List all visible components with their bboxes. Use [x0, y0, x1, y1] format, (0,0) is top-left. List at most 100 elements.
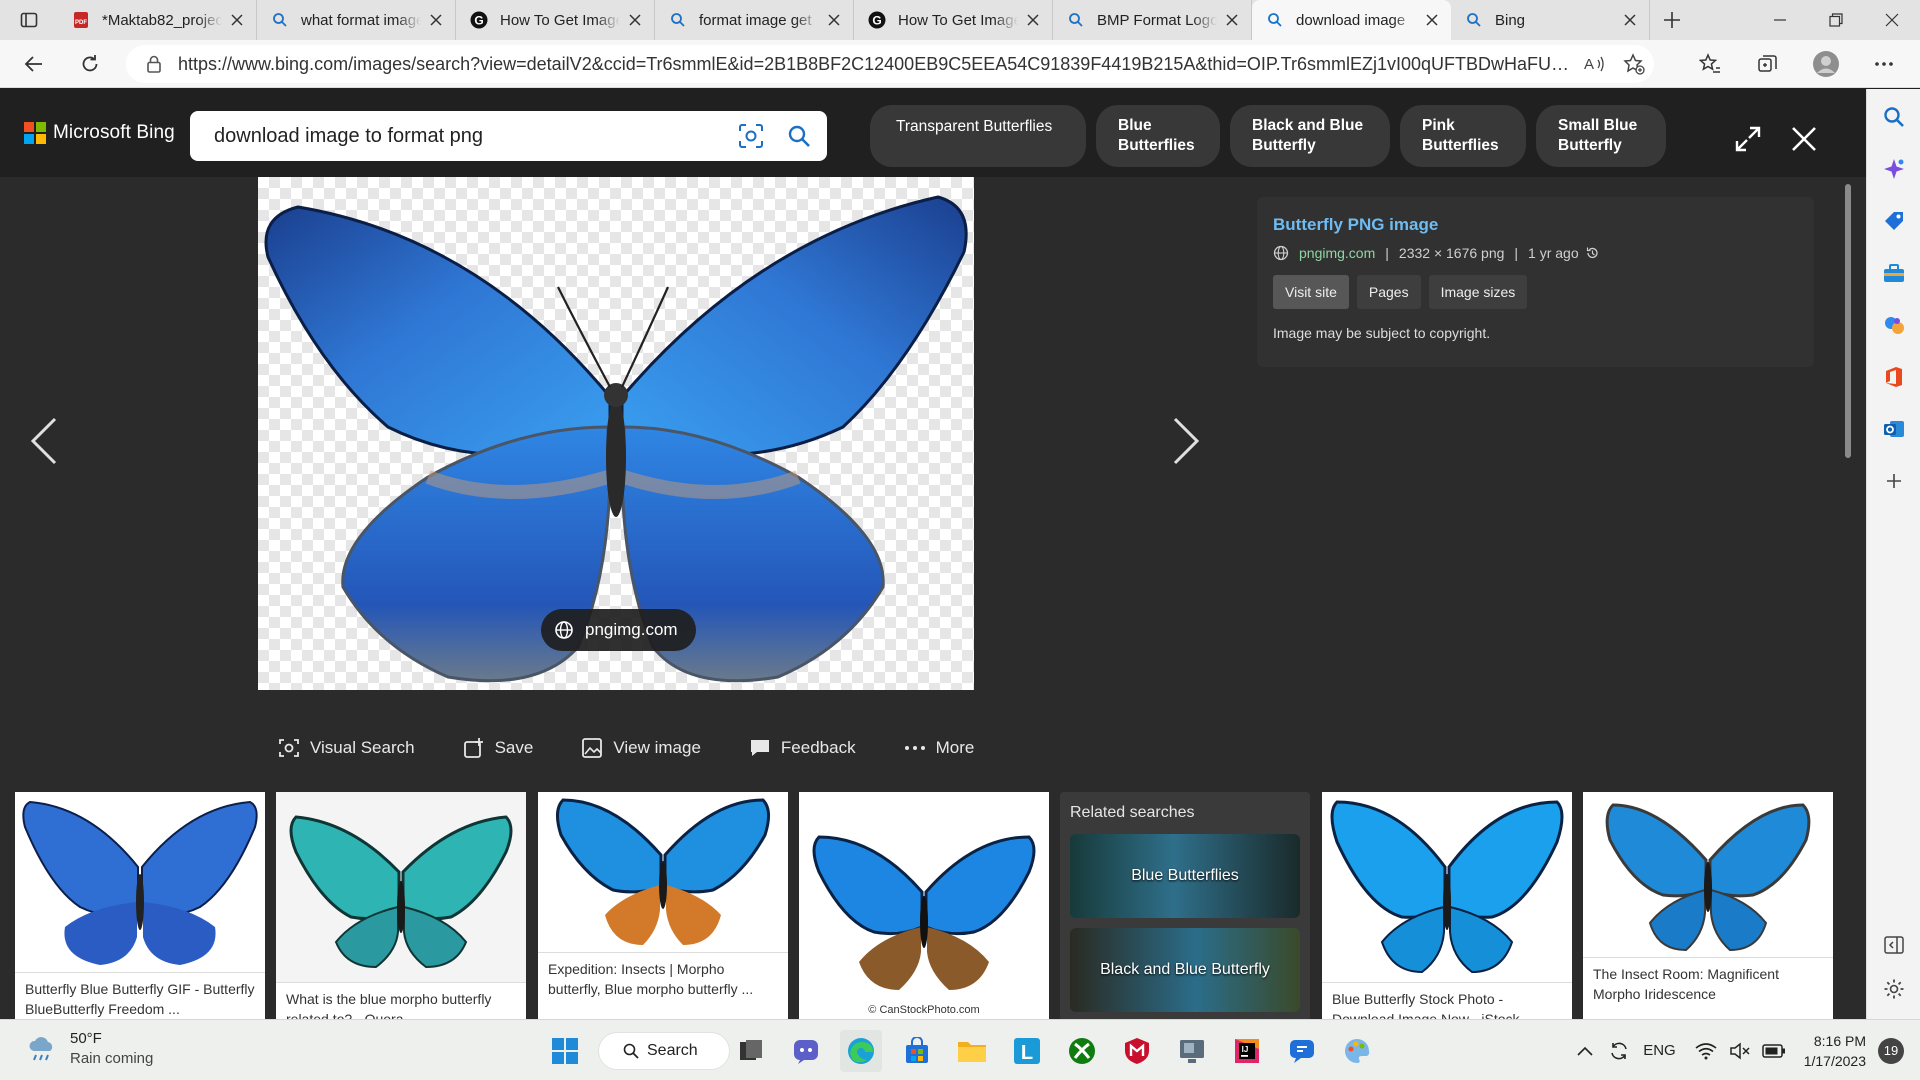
search-icon[interactable]	[781, 118, 817, 154]
sync-icon[interactable]	[1605, 1036, 1633, 1066]
edge-icon[interactable]	[840, 1030, 882, 1072]
add-favorite-icon[interactable]	[1614, 45, 1654, 83]
weather-widget[interactable]: 50°F Rain coming	[24, 1030, 153, 1067]
chevron-up-icon[interactable]	[1571, 1036, 1599, 1066]
save-button[interactable]: Save	[463, 737, 533, 759]
search-input[interactable]: download image to format png	[214, 125, 733, 148]
thumbnail-card[interactable]: What is the blue morpho butterfly relate…	[276, 792, 526, 1019]
intellij-icon[interactable]: IJ	[1226, 1030, 1268, 1072]
related-item-black-blue-butterfly[interactable]: Black and Blue Butterfly	[1070, 928, 1300, 1012]
close-icon[interactable]	[1423, 11, 1441, 29]
thumbnail-card[interactable]: Blue Butterfly Stock Photo - Download Im…	[1322, 792, 1572, 1019]
wifi-icon[interactable]	[1692, 1036, 1720, 1066]
close-icon[interactable]	[1024, 11, 1042, 29]
refresh-icon[interactable]	[72, 46, 108, 82]
start-icon[interactable]	[544, 1030, 586, 1072]
chip-small-blue-butterfly[interactable]: Small Blue Butterfly	[1536, 105, 1666, 167]
favorites-icon[interactable]	[1692, 46, 1728, 82]
close-icon[interactable]	[427, 11, 445, 29]
thumbnail-caption: © CanStockPhoto.com	[868, 1004, 980, 1016]
tab-search[interactable]: BMP Format Logo	[1053, 0, 1252, 40]
thumbnail-card[interactable]: © CanStockPhoto.com	[799, 792, 1049, 1019]
minimize-icon[interactable]	[1752, 0, 1808, 40]
image-sizes-button[interactable]: Image sizes	[1428, 275, 1528, 309]
view-image-button[interactable]: View image	[581, 737, 701, 759]
new-tab-icon[interactable]	[1650, 0, 1694, 40]
visit-site-button[interactable]: Visit site	[1273, 275, 1349, 309]
tab-actions-icon[interactable]	[0, 0, 58, 40]
notification-badge[interactable]: 19	[1878, 1037, 1904, 1064]
profile-avatar[interactable]	[1808, 46, 1844, 82]
close-icon[interactable]	[1784, 119, 1824, 159]
tab-pdf[interactable]: PDF *Maktab82_project	[58, 0, 257, 40]
tab-search[interactable]: what format image	[257, 0, 456, 40]
back-icon[interactable]	[16, 46, 52, 82]
paint-icon[interactable]	[1336, 1030, 1378, 1072]
pages-button[interactable]: Pages	[1356, 275, 1421, 309]
read-aloud-icon[interactable]: A	[1574, 45, 1614, 83]
close-icon[interactable]	[1223, 11, 1241, 29]
chip-blue-butterflies[interactable]: Blue Butterflies	[1096, 105, 1220, 167]
next-image-icon[interactable]	[1168, 411, 1204, 471]
more-button[interactable]: More	[904, 737, 974, 759]
file-explorer-icon[interactable]	[951, 1030, 993, 1072]
chat-app-icon[interactable]	[1281, 1030, 1323, 1072]
chip-pink-butterflies[interactable]: Pink Butterflies	[1400, 105, 1526, 167]
outlook-icon[interactable]	[1876, 411, 1912, 447]
related-item-blue-butterflies[interactable]: Blue Butterflies	[1070, 834, 1300, 918]
thumbnail-card[interactable]: Butterfly Blue Butterfly GIF - Butterfly…	[15, 792, 265, 1019]
battery-icon[interactable]	[1760, 1036, 1788, 1066]
games-icon[interactable]	[1876, 307, 1912, 343]
close-icon[interactable]	[626, 11, 644, 29]
task-view-icon[interactable]	[730, 1030, 772, 1072]
restore-icon[interactable]	[1808, 0, 1864, 40]
xbox-icon[interactable]	[1061, 1030, 1103, 1072]
more-options-icon[interactable]	[1866, 46, 1902, 82]
thumbnail-card[interactable]: Expedition: Insects | Morpho butterfly, …	[538, 792, 788, 1019]
thumbnail-card[interactable]: The Insect Room: Magnificent Morpho Irid…	[1583, 792, 1833, 1019]
teams-chat-icon[interactable]	[785, 1030, 827, 1072]
expand-icon[interactable]	[1728, 119, 1768, 159]
search-icon[interactable]	[1876, 99, 1912, 135]
collections-icon[interactable]	[1750, 46, 1786, 82]
close-icon[interactable]	[228, 11, 246, 29]
language-indicator[interactable]: ENG	[1643, 1042, 1676, 1059]
volume-muted-icon[interactable]	[1726, 1036, 1754, 1066]
tab-site[interactable]: G How To Get Image	[456, 0, 655, 40]
visual-search-button[interactable]: Visual Search	[278, 737, 415, 759]
chip-transparent-butterflies[interactable]: Transparent Butterflies	[870, 105, 1086, 167]
image-title-link[interactable]: Butterfly PNG image	[1273, 215, 1798, 235]
mcafee-icon[interactable]	[1116, 1030, 1158, 1072]
close-icon[interactable]	[825, 11, 843, 29]
visual-search-icon[interactable]	[733, 118, 769, 154]
app-l-icon[interactable]: L	[1006, 1030, 1048, 1072]
feedback-button[interactable]: Feedback	[749, 737, 856, 759]
tab-search[interactable]: Bing	[1451, 0, 1650, 40]
image-domain-link[interactable]: pngimg.com	[1299, 245, 1375, 261]
close-icon[interactable]	[1621, 11, 1639, 29]
url-text[interactable]: https://www.bing.com/images/search?view=…	[178, 54, 1573, 75]
address-bar[interactable]: https://www.bing.com/images/search?view=…	[126, 45, 1654, 83]
close-window-icon[interactable]	[1864, 0, 1920, 40]
taskbar-search[interactable]: Search	[598, 1032, 730, 1070]
bing-logo[interactable]: Microsoft Bing	[24, 122, 175, 144]
hide-sidebar-icon[interactable]	[1876, 927, 1912, 963]
scrollbar-thumb[interactable]	[1845, 184, 1851, 458]
discover-icon[interactable]	[1876, 151, 1912, 187]
store-icon[interactable]	[896, 1030, 938, 1072]
previous-image-icon[interactable]	[26, 411, 62, 471]
chip-black-blue-butterfly[interactable]: Black and Blue Butterfly	[1230, 105, 1390, 167]
search-box[interactable]: download image to format png	[190, 111, 827, 161]
shopping-icon[interactable]	[1876, 203, 1912, 239]
tab-site[interactable]: G How To Get Image	[854, 0, 1053, 40]
lock-icon[interactable]	[144, 54, 164, 74]
office-icon[interactable]	[1876, 359, 1912, 395]
add-icon[interactable]	[1876, 463, 1912, 499]
clock[interactable]: 8:16 PM 1/17/2023	[1804, 1031, 1866, 1071]
tab-active[interactable]: download image	[1252, 0, 1451, 40]
tools-icon[interactable]	[1876, 255, 1912, 291]
tab-search[interactable]: format image get	[655, 0, 854, 40]
remote-desktop-icon[interactable]	[1171, 1030, 1213, 1072]
settings-icon[interactable]	[1876, 971, 1912, 1007]
image-source-pill[interactable]: pngimg.com	[541, 609, 696, 651]
